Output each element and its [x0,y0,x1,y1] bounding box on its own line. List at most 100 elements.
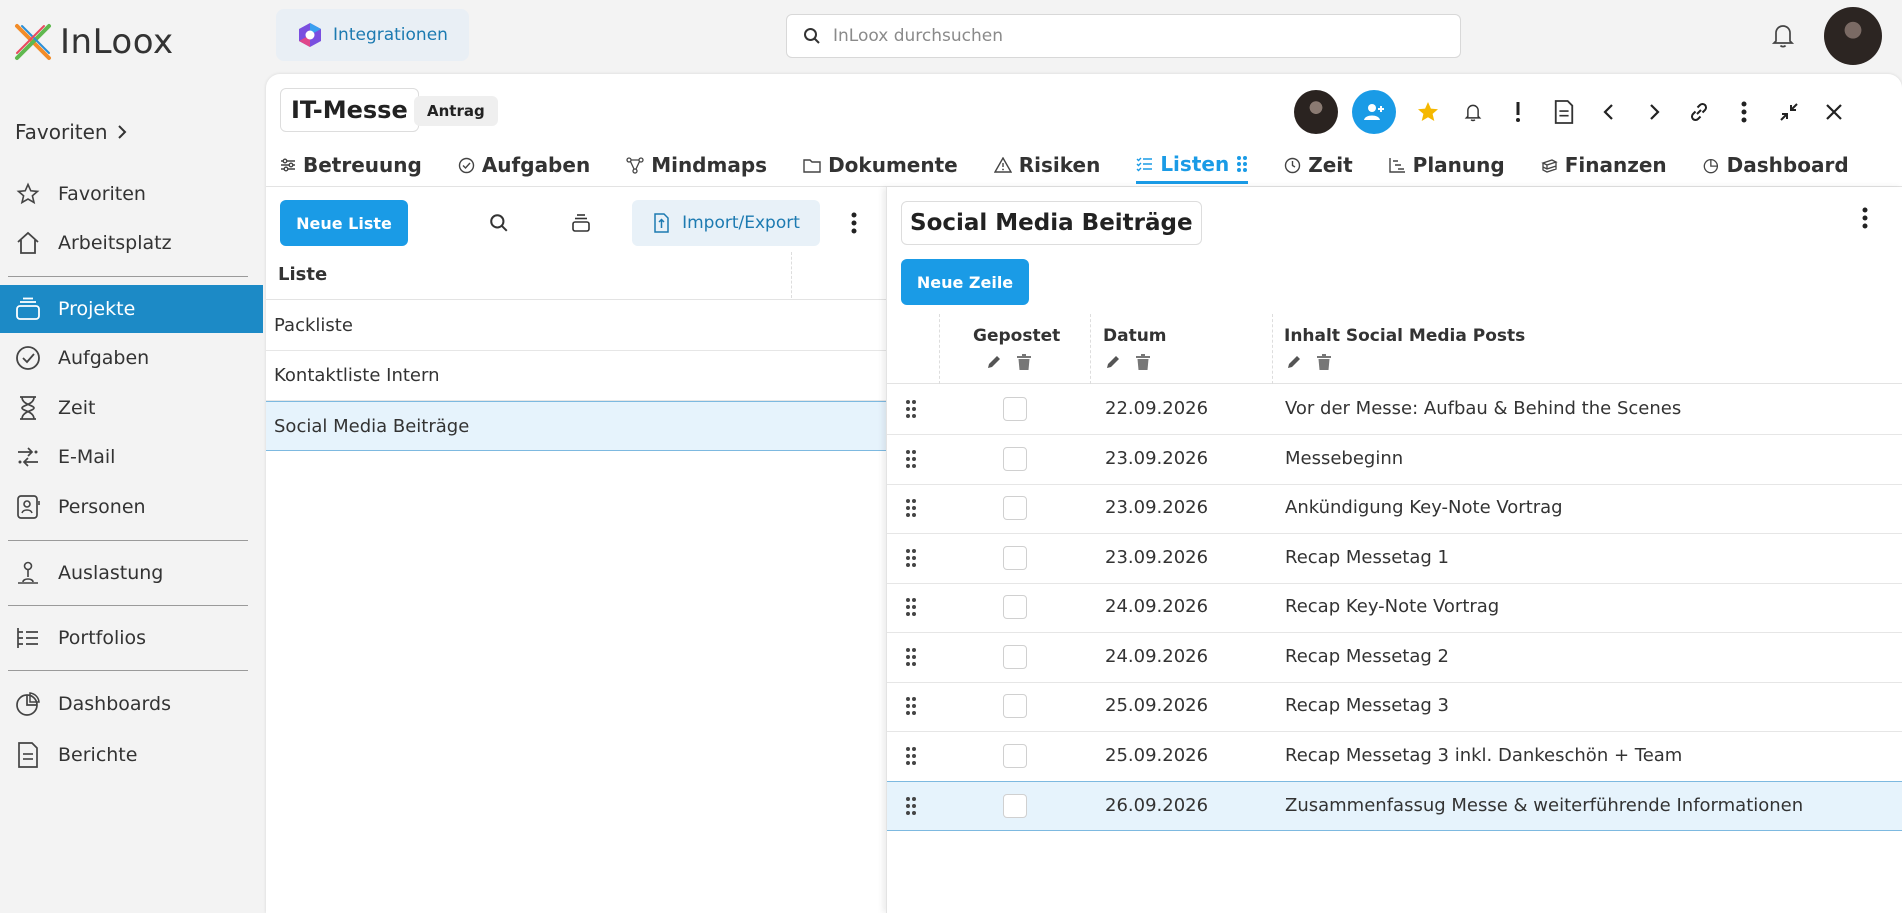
content-cell[interactable]: Messebeginn [1285,448,1403,469]
posted-checkbox[interactable] [1003,496,1027,520]
table-row[interactable]: 25.09.2026 Recap Messetag 3 [887,682,1902,732]
inloox-logo[interactable]: InLoox [14,22,174,62]
previous-project-button[interactable] [1587,90,1631,134]
list-item-selected[interactable]: Social Media Beiträge [266,401,886,451]
posted-checkbox[interactable] [1003,546,1027,570]
user-avatar[interactable] [1824,7,1882,65]
posted-checkbox[interactable] [1003,447,1027,471]
content-cell[interactable]: Recap Messetag 3 inkl. Dankeschön + Team [1285,745,1682,766]
content-cell[interactable]: Vor der Messe: Aufbau & Behind the Scene… [1285,398,1681,419]
content-cell[interactable]: Ankündigung Key-Note Vortrag [1285,497,1563,518]
list-detail-more-button[interactable] [1862,207,1868,233]
sidebar-item-aufgaben[interactable]: Aufgaben [0,334,263,382]
tab-finanzen[interactable]: Finanzen [1541,146,1667,184]
favorite-toggle[interactable] [1406,90,1450,134]
date-cell[interactable]: 23.09.2026 [1105,547,1208,568]
edit-column-button[interactable] [1105,354,1121,375]
import-export-button[interactable]: Import/Export [632,200,820,246]
sidebar-item-portfolios[interactable]: Portfolios [0,614,263,662]
drag-handle-icon[interactable] [905,498,917,523]
date-cell[interactable]: 26.09.2026 [1105,795,1208,816]
minimize-button[interactable] [1767,90,1811,134]
date-cell[interactable]: 22.09.2026 [1105,398,1208,419]
column-header-liste[interactable]: Liste [278,264,327,285]
sidebar-item-favoriten[interactable]: Favoriten [0,170,263,218]
sidebar-item-zeit[interactable]: Zeit [0,384,263,432]
notifications-button[interactable] [1768,20,1798,54]
column-header-inhalt[interactable]: Inhalt Social Media Posts [1284,326,1525,346]
table-row[interactable]: 22.09.2026 Vor der Messe: Aufbau & Behin… [887,385,1902,435]
tab-aufgaben[interactable]: Aufgaben [458,146,590,184]
posted-checkbox[interactable] [1003,744,1027,768]
table-row[interactable]: 23.09.2026 Recap Messetag 1 [887,534,1902,584]
project-manager-avatar[interactable] [1294,90,1338,134]
sidebar-item-e-mail[interactable]: E-Mail [0,433,263,481]
table-row-selected[interactable]: 26.09.2026 Zusammenfassug Messe & weiter… [887,781,1902,831]
date-cell[interactable]: 25.09.2026 [1105,745,1208,766]
date-cell[interactable]: 24.09.2026 [1105,646,1208,667]
tab-dashboard[interactable]: Dashboard [1703,146,1849,184]
priority-button[interactable] [1496,90,1540,134]
date-cell[interactable]: 24.09.2026 [1105,596,1208,617]
list-item[interactable]: Kontaktliste Intern [266,351,886,401]
column-header-gepostet[interactable]: Gepostet [973,326,1060,346]
delete-column-button[interactable] [1016,354,1032,375]
project-more-button[interactable] [1722,90,1766,134]
sidebar-item-arbeitsplatz[interactable]: Arbeitsplatz [0,219,263,267]
drag-handle-icon[interactable] [905,597,917,622]
table-row[interactable]: 25.09.2026 Recap Messetag 3 inkl. Dankes… [887,732,1902,782]
next-project-button[interactable] [1632,90,1676,134]
search-lists-button[interactable] [484,208,514,238]
tab-dokumente[interactable]: Dokumente [803,146,958,184]
table-row[interactable]: 23.09.2026 Ankündigung Key-Note Vortrag [887,484,1902,534]
posted-checkbox[interactable] [1003,694,1027,718]
date-cell[interactable]: 23.09.2026 [1105,448,1208,469]
sidebar-item-personen[interactable]: Personen [0,483,263,531]
group-lists-button[interactable] [566,208,596,238]
posted-checkbox[interactable] [1003,794,1027,818]
tab-zeit[interactable]: Zeit [1284,146,1353,184]
lists-more-button[interactable] [839,208,869,238]
column-resize-handle[interactable] [791,252,792,298]
sidebar-item-berichte[interactable]: Berichte [0,731,263,779]
content-cell[interactable]: Recap Key-Note Vortrag [1285,596,1499,617]
content-cell[interactable]: Zusammenfassug Messe & weiterführende In… [1285,795,1803,816]
tab-betreuung[interactable]: Betreuung [280,146,422,184]
content-cell[interactable]: Recap Messetag 2 [1285,646,1449,667]
new-row-button[interactable]: Neue Zeile [901,259,1029,305]
tab-risiken[interactable]: Risiken [993,146,1100,184]
delete-column-button[interactable] [1135,354,1151,375]
new-list-button[interactable]: Neue Liste [280,200,408,246]
table-row[interactable]: 24.09.2026 Recap Key-Note Vortrag [887,583,1902,633]
favorites-section-header[interactable]: Favoriten [15,120,128,144]
table-row[interactable]: 23.09.2026 Messebeginn [887,435,1902,485]
posted-checkbox[interactable] [1003,645,1027,669]
project-report-button[interactable] [1542,90,1586,134]
column-header-datum[interactable]: Datum [1103,326,1167,346]
sidebar-item-dashboards[interactable]: Dashboards [0,680,263,728]
list-item[interactable]: Packliste [266,301,886,351]
drag-handle-icon[interactable] [905,696,917,721]
drag-handle-icon[interactable] [905,548,917,573]
date-cell[interactable]: 23.09.2026 [1105,497,1208,518]
list-title[interactable]: Social Media Beiträge [901,201,1202,245]
add-member-button[interactable] [1352,90,1396,134]
posted-checkbox[interactable] [1003,595,1027,619]
global-search[interactable] [786,14,1461,58]
drag-handle-icon[interactable] [1236,155,1248,173]
tab-planung[interactable]: Planung [1388,146,1505,184]
project-title[interactable]: IT-Messe [280,88,419,132]
drag-handle-icon[interactable] [905,449,917,474]
content-cell[interactable]: Recap Messetag 3 [1285,695,1449,716]
drag-handle-icon[interactable] [905,796,917,821]
integrations-button[interactable]: Integrationen [276,9,469,61]
close-button[interactable] [1812,90,1856,134]
edit-column-button[interactable] [1286,354,1302,375]
content-cell[interactable]: Recap Messetag 1 [1285,547,1449,568]
posted-checkbox[interactable] [1003,397,1027,421]
drag-handle-icon[interactable] [905,647,917,672]
copy-link-button[interactable] [1677,90,1721,134]
search-input[interactable] [833,26,1433,46]
tab-mindmaps[interactable]: Mindmaps [626,146,767,184]
table-row[interactable]: 24.09.2026 Recap Messetag 2 [887,633,1902,683]
